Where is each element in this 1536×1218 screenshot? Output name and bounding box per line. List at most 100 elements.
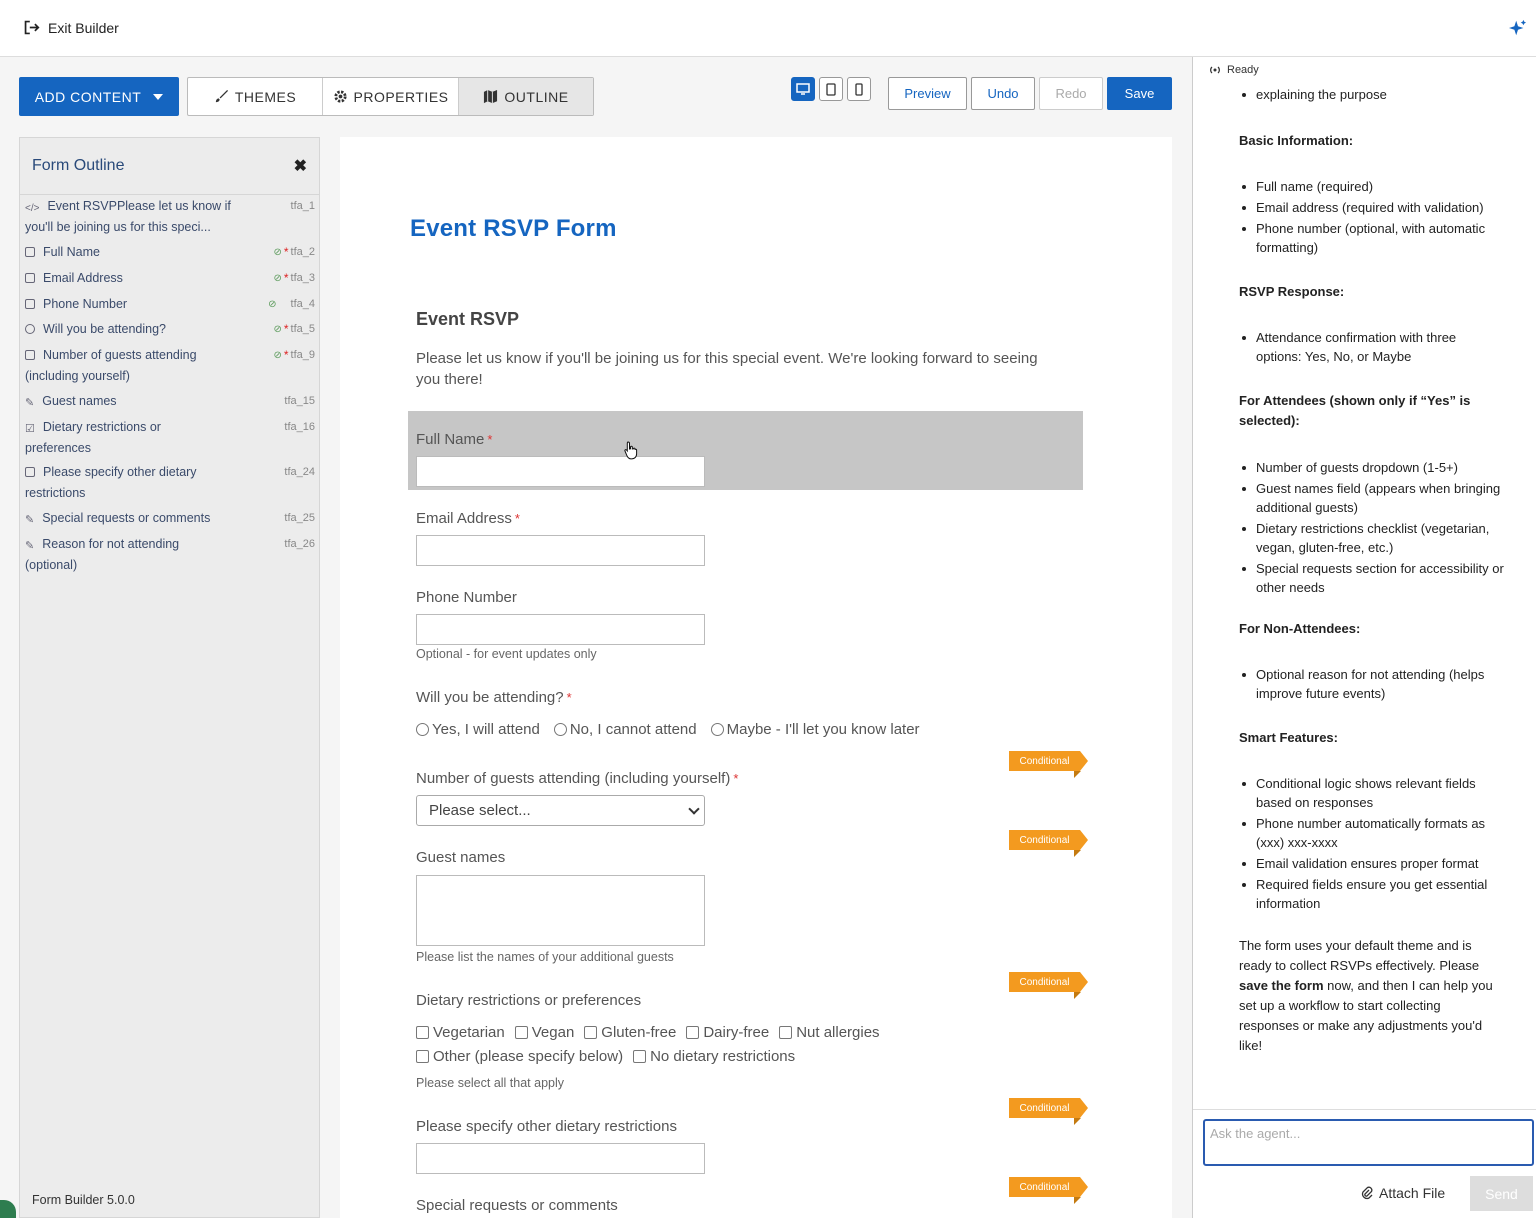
outline-item-meta: tfa_15	[284, 391, 315, 412]
outline-item-meta: ⊘ * tfa_2	[273, 242, 315, 263]
brush-icon	[215, 89, 228, 103]
outline-item-id: tfa_9	[290, 349, 315, 361]
checkbox-vegan[interactable]: Vegan	[514, 1024, 575, 1041]
redo-button[interactable]: Redo	[1039, 77, 1103, 110]
tablet-view-button[interactable]	[819, 77, 843, 101]
add-content-label: ADD CONTENT	[34, 88, 142, 105]
gear-icon	[333, 90, 347, 103]
broadcast-icon	[1210, 66, 1220, 74]
guest-names-textarea[interactable]	[416, 875, 705, 946]
chevron-down-icon	[688, 803, 700, 815]
radio-no[interactable]: No, I cannot attend	[553, 721, 697, 738]
form-outline-panel: Form Outline ✖ </> Event RSVPPlease let u…	[19, 137, 320, 1218]
chat-heading: RSVP Response:	[1239, 284, 1345, 299]
conditional-badge[interactable]: Conditional	[1009, 830, 1088, 857]
preview-button[interactable]: Preview	[888, 77, 967, 110]
email-label: Email Address *	[416, 510, 520, 527]
tab-themes[interactable]: THEMES	[188, 78, 323, 115]
checkbox-box[interactable]	[584, 1026, 598, 1039]
checkbox-gluten-free[interactable]: Gluten-free	[584, 1024, 676, 1041]
close-icon[interactable]: ✖	[294, 156, 307, 176]
check-circle-icon: ⊘	[273, 247, 282, 258]
checkbox-box[interactable]	[779, 1026, 793, 1039]
tab-outline[interactable]: OUTLINE	[459, 78, 593, 115]
chat-list: Attendance confirmation with three optio…	[1239, 328, 1504, 366]
exit-builder-button[interactable]: Exit Builder	[23, 19, 119, 36]
outline-item[interactable]: Full Name ⊘ * tfa_2	[25, 242, 315, 263]
tab-properties[interactable]: PROPERTIES	[323, 78, 459, 115]
guests-select[interactable]: Please select...	[416, 795, 705, 826]
edit-icon: ✎	[25, 397, 35, 409]
undo-button[interactable]: Undo	[971, 77, 1035, 110]
checkbox-icon	[25, 467, 35, 477]
conditional-badge[interactable]: Conditional	[1009, 1098, 1088, 1125]
radio-circle[interactable]	[710, 723, 724, 736]
outline-item[interactable]: Phone Number ⊘ tfa_4	[25, 294, 315, 315]
ask-agent-input[interactable]: Ask the agent...	[1203, 1119, 1534, 1166]
outline-item[interactable]: Please specify other dietary restriction…	[25, 462, 225, 504]
add-content-button[interactable]: ADD CONTENT	[19, 77, 179, 116]
email-input[interactable]	[416, 535, 705, 566]
checkbox-box[interactable]	[633, 1050, 647, 1063]
chat-list-item: Guest names field (appears when bringing…	[1239, 479, 1504, 517]
chat-list-item: Conditional logic shows relevant fields …	[1239, 774, 1504, 812]
chat-list-item: Email address (required with validation)	[1239, 198, 1504, 217]
hand-cursor-icon	[624, 441, 638, 460]
required-star: *	[733, 771, 739, 786]
chat-closing-bold: save the form	[1239, 978, 1324, 993]
full-name-label: Full Name *	[416, 431, 492, 448]
outline-item-label: Event RSVPPlease let us know if you'll b…	[25, 199, 231, 234]
chat-closing: The form uses your default theme and is …	[1239, 936, 1504, 1056]
conditional-badge[interactable]: Conditional	[1009, 1177, 1088, 1204]
attach-file-button[interactable]: Attach File	[1361, 1185, 1445, 1201]
outline-item-label: Please specify other dietary restriction…	[25, 465, 197, 500]
sparkle-icon[interactable]	[1509, 19, 1527, 37]
save-button[interactable]: Save	[1107, 77, 1172, 110]
checkbox-none[interactable]: No dietary restrictions	[633, 1048, 795, 1065]
full-name-text: Full Name	[416, 431, 485, 448]
divider	[1193, 1109, 1536, 1110]
checkbox-vegetarian[interactable]: Vegetarian	[416, 1024, 505, 1041]
outline-item[interactable]: ☑ Dietary restrictions or preferences	[25, 417, 225, 459]
outline-item[interactable]: ✎ Special requests or comments tfa_25	[25, 508, 315, 529]
outline-item[interactable]: Will you be attending? ⊘ * tfa_5	[25, 319, 315, 340]
send-button[interactable]: Send	[1470, 1176, 1533, 1211]
form-title: Event RSVP Form	[410, 215, 617, 242]
guest-names-help: Please list the names of your additional…	[416, 950, 674, 964]
conditional-badge[interactable]: Conditional	[1009, 972, 1088, 999]
full-name-input[interactable]	[416, 456, 705, 487]
radio-yes[interactable]: Yes, I will attend	[416, 721, 540, 738]
radio-maybe[interactable]: Maybe - I'll let you know later	[710, 721, 920, 738]
intro-text: Please let us know if you'll be joining …	[416, 350, 1038, 388]
checkbox-box[interactable]	[686, 1026, 700, 1039]
outline-item[interactable]: Number of guests attending (including yo…	[25, 345, 235, 387]
special-requests-label: Special requests or comments	[416, 1197, 618, 1214]
chat-list: explaining the purpose	[1239, 85, 1504, 104]
mobile-view-button[interactable]	[847, 77, 871, 101]
outline-item-label: Email Address	[43, 271, 123, 285]
conditional-badge[interactable]: Conditional	[1009, 751, 1088, 778]
radio-circle[interactable]	[416, 723, 429, 736]
other-dietary-input[interactable]	[416, 1143, 705, 1174]
outline-item[interactable]: Email Address ⊘ * tfa_3	[25, 268, 315, 289]
checkbox-label: Vegan	[531, 1024, 575, 1041]
chat-text: explaining the purpose	[1256, 87, 1387, 102]
checkbox-nut-allergies[interactable]: Nut allergies	[779, 1024, 880, 1041]
radio-maybe-label: Maybe - I'll let you know later	[726, 721, 920, 738]
checkbox-box[interactable]	[416, 1026, 429, 1039]
checkbox-dairy-free[interactable]: Dairy-free	[686, 1024, 769, 1041]
checkbox-other[interactable]: Other (please specify below)	[416, 1048, 623, 1065]
outline-item-label: Full Name	[43, 245, 100, 259]
outline-item[interactable]: ✎ Reason for not attending (optional)	[25, 534, 225, 576]
phone-input[interactable]	[416, 614, 705, 645]
radio-circle[interactable]	[553, 723, 567, 736]
checkbox-label: Nut allergies	[796, 1024, 880, 1041]
outline-item[interactable]: ✎ Guest names tfa_15	[25, 391, 315, 412]
checkbox-box[interactable]	[514, 1026, 528, 1039]
outline-item-id: tfa_5	[290, 323, 315, 335]
desktop-view-button[interactable]	[791, 77, 815, 101]
outline-item[interactable]: </> Event RSVPPlease let us know if you'l…	[25, 196, 255, 238]
checkbox-box[interactable]	[416, 1050, 429, 1063]
checkbox-label: No dietary restrictions	[650, 1048, 796, 1065]
outline-header: Form Outline ✖	[20, 138, 319, 195]
